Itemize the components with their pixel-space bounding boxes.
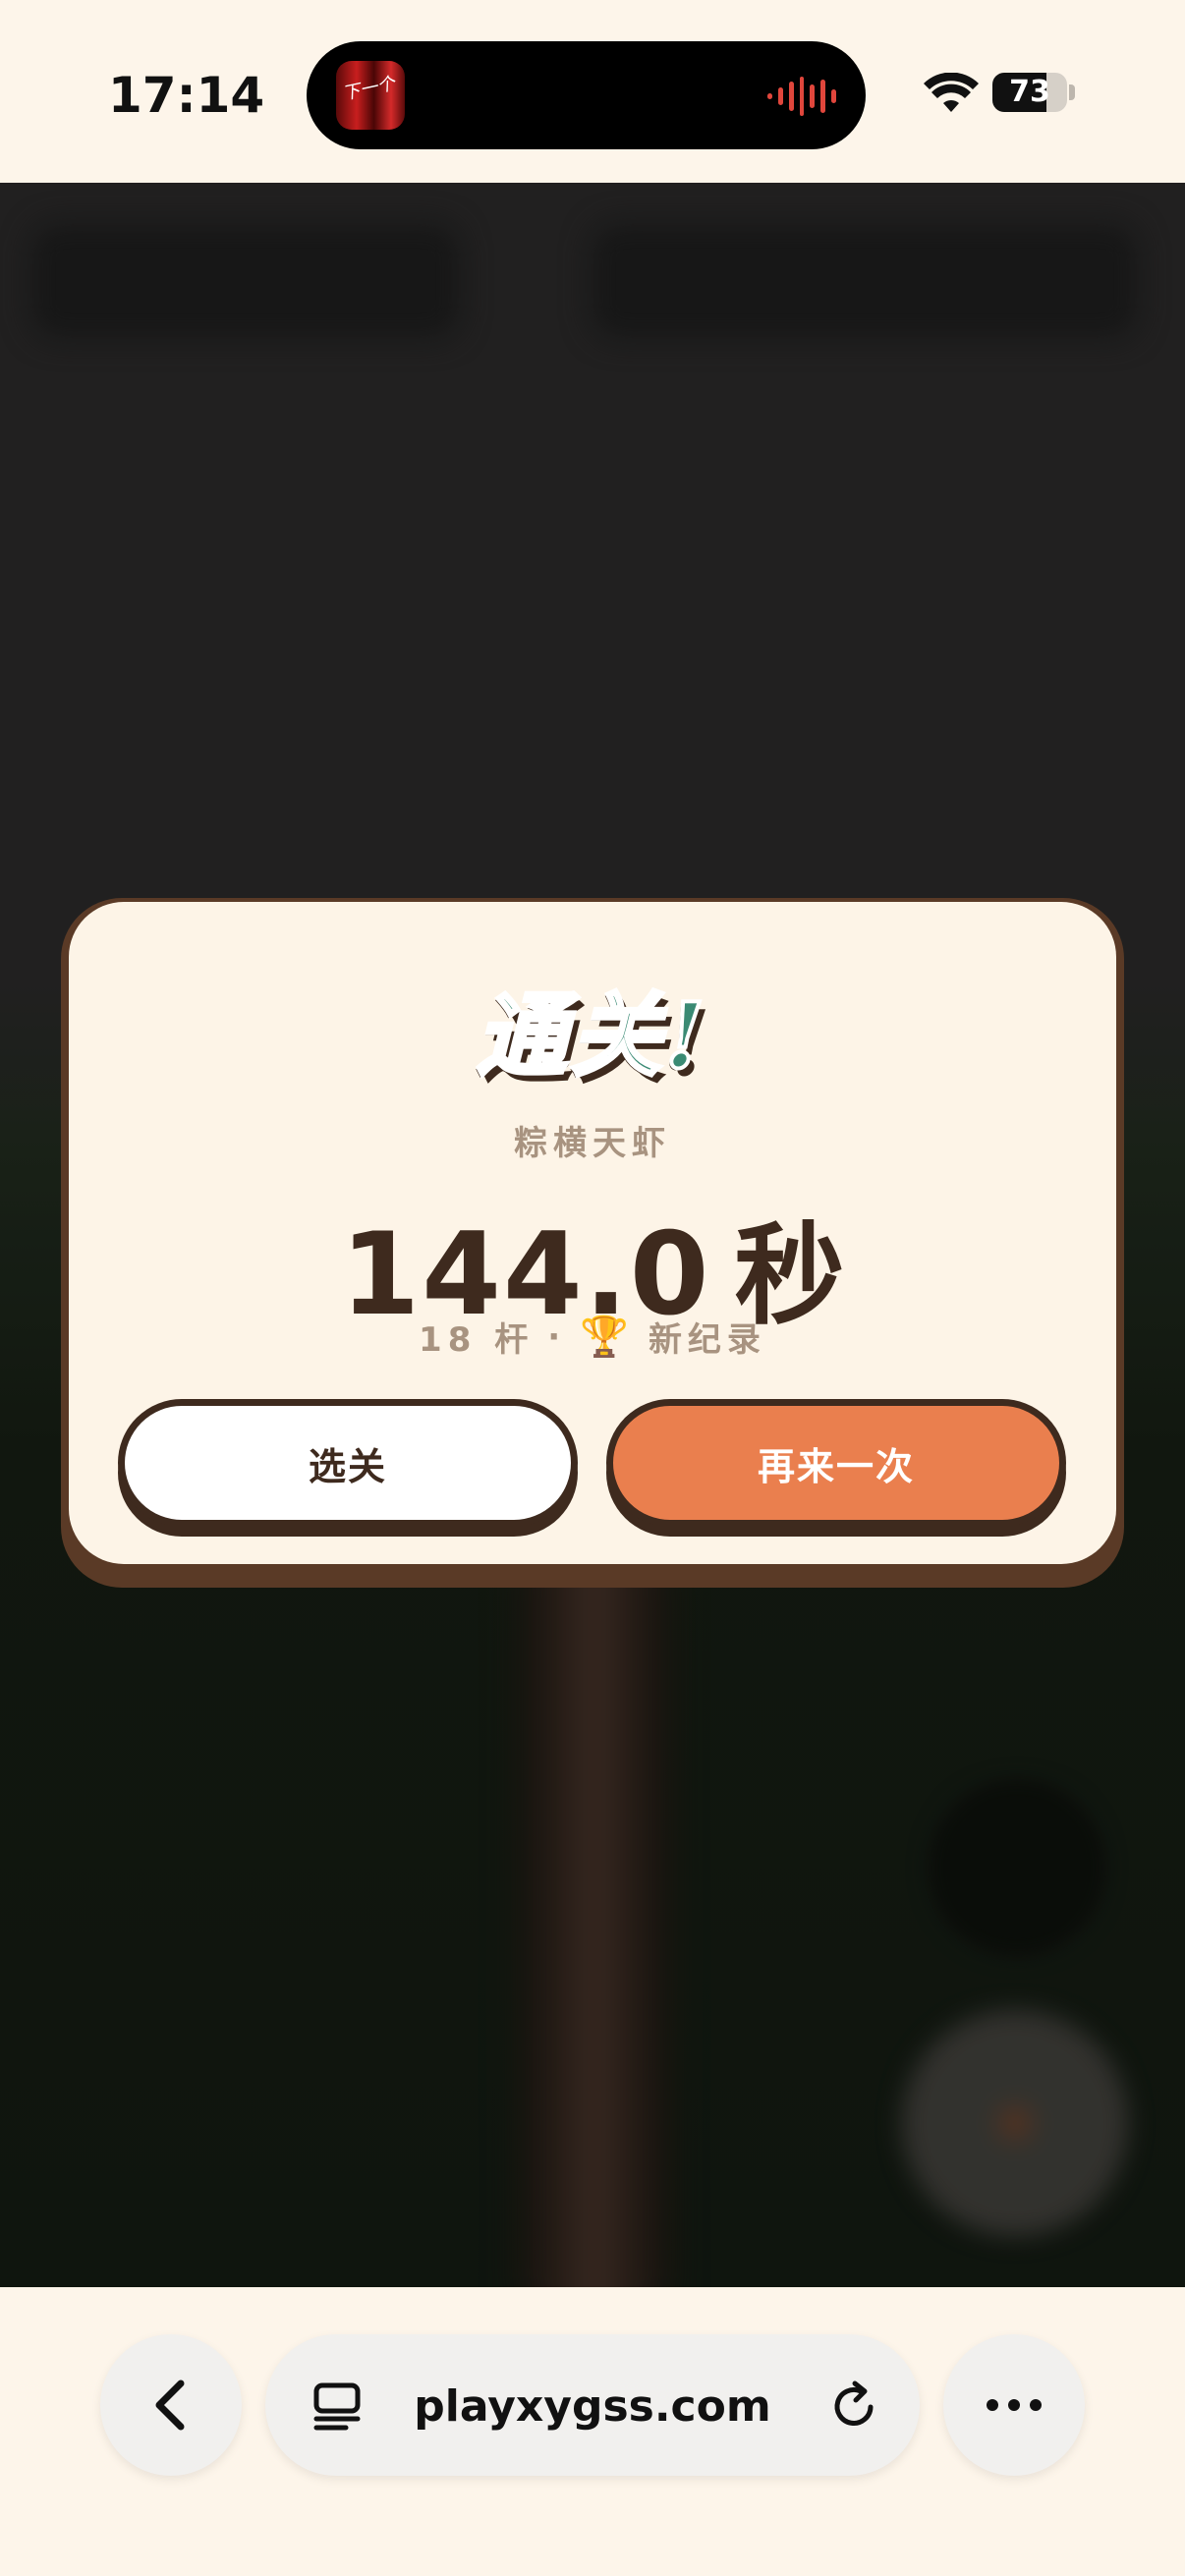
- island-app-label: 下一个: [340, 73, 397, 105]
- wifi-icon: [924, 73, 979, 112]
- stats-separator: ·: [547, 1316, 567, 1357]
- dialog-title: 通关!: [475, 980, 709, 1091]
- new-record-label: 新纪录: [648, 1320, 766, 1360]
- more-icon: [987, 2399, 1042, 2411]
- chevron-left-icon: [155, 2380, 185, 2431]
- trophy-icon: 🏆: [580, 1315, 635, 1360]
- back-button[interactable]: [100, 2334, 242, 2476]
- stats-row: 18 杆 · 🏆 新纪录: [69, 1313, 1116, 1361]
- address-bar[interactable]: playxygss.com: [265, 2334, 920, 2476]
- battery-cap: [1069, 84, 1075, 100]
- browser-toolbar: playxygss.com: [0, 2287, 1185, 2576]
- level-complete-dialog: 通关! 粽横天虾 144.0 秒 18 杆 · 🏆 新纪录 选关 再来一次: [69, 902, 1116, 1564]
- battery-indicator: 73: [992, 73, 1067, 112]
- now-playing-app-icon: 下一个: [336, 61, 405, 130]
- dynamic-island: 下一个: [307, 41, 866, 149]
- battery-level: 73: [1009, 75, 1050, 109]
- more-button[interactable]: [943, 2334, 1085, 2476]
- audio-wave-icon: [767, 77, 837, 116]
- reload-icon[interactable]: [827, 2380, 880, 2433]
- select-level-button[interactable]: 选关: [118, 1399, 578, 1527]
- status-time: 17:14: [108, 67, 265, 124]
- url-text: playxygss.com: [414, 2381, 771, 2432]
- level-name: 粽横天虾: [514, 1124, 671, 1163]
- retry-button[interactable]: 再来一次: [606, 1399, 1066, 1527]
- status-bar: 17:14 下一个 73: [0, 0, 1185, 183]
- stroke-count: 18 杆: [419, 1320, 535, 1360]
